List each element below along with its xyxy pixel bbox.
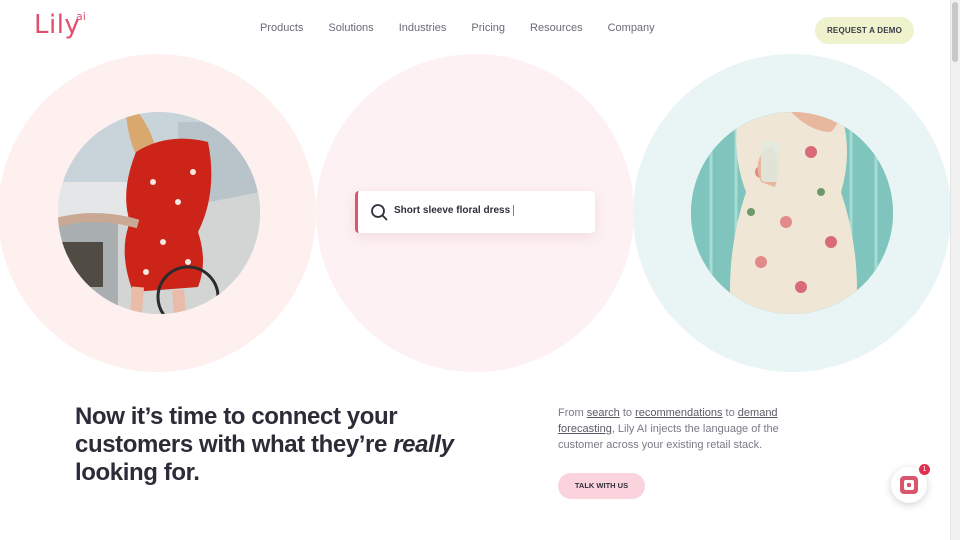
para-to-1: to [619, 407, 636, 419]
intro-headline: Now it’s time to connect your customers … [75, 403, 495, 487]
page-scrollbar[interactable] [950, 0, 960, 540]
headline-text-2: looking for. [75, 459, 200, 486]
text-caret [513, 205, 515, 216]
para-from: From [558, 407, 587, 419]
chat-notification-badge: 1 [919, 464, 930, 475]
talk-with-us-button[interactable]: TALK WITH US [558, 473, 645, 499]
search-query-text: Short sleeve floral dress [394, 205, 515, 217]
logo-text: Lily [34, 10, 81, 40]
nav-solutions[interactable]: Solutions [328, 22, 373, 34]
nav-company[interactable]: Company [608, 22, 655, 34]
intro-paragraph: From search to recommendations to demand… [558, 405, 808, 453]
hero-photo-red-dress [58, 112, 260, 314]
page: Lily ai Products Solutions Industries Pr… [0, 0, 950, 540]
main-nav: Products Solutions Industries Pricing Re… [260, 22, 680, 34]
nav-resources[interactable]: Resources [530, 22, 583, 34]
scrollbar-thumb[interactable] [952, 2, 958, 62]
logo-suffix: ai [76, 10, 86, 23]
nav-industries[interactable]: Industries [399, 22, 447, 34]
lily-ai-logo[interactable]: Lily ai [34, 10, 86, 46]
para-to-2: to [722, 407, 738, 419]
nav-pricing[interactable]: Pricing [471, 22, 505, 34]
demo-search-box[interactable]: Short sleeve floral dress [355, 191, 595, 233]
request-demo-button[interactable]: REQUEST A DEMO [815, 17, 914, 44]
headline-text-1: Now it’s time to connect your customers … [75, 403, 398, 458]
nav-products[interactable]: Products [260, 22, 303, 34]
search-query: Short sleeve floral dress [394, 205, 511, 217]
hero-photo-floral-dress [691, 112, 893, 314]
search-link[interactable]: search [587, 407, 620, 419]
recommendations-link[interactable]: recommendations [635, 407, 722, 419]
headline-emphasis: really [393, 431, 454, 458]
search-icon [370, 203, 388, 221]
